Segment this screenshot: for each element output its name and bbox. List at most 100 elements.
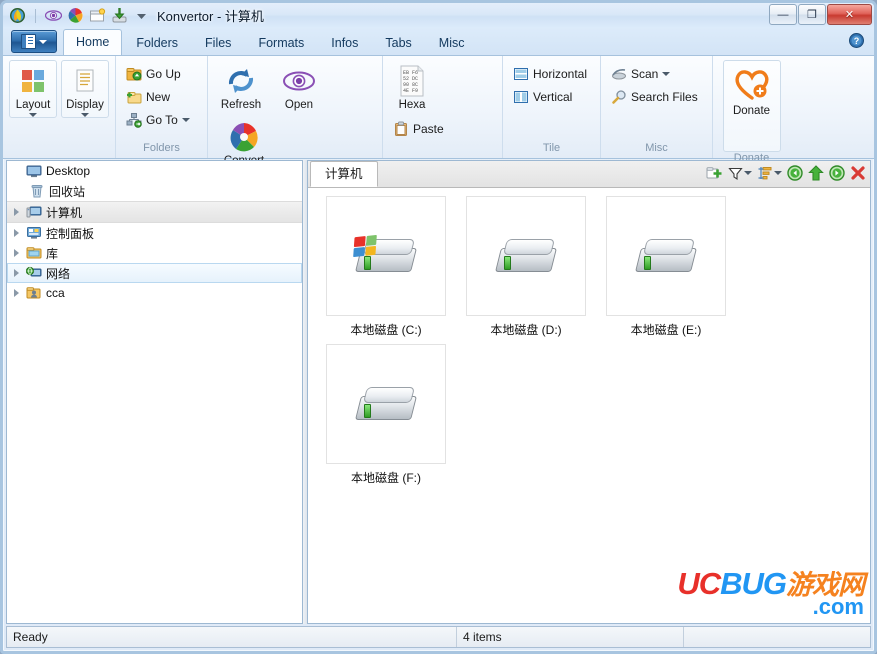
file-item[interactable]: 本地磁盘 (E:) [596, 196, 736, 338]
tab-formats[interactable]: Formats [245, 31, 317, 55]
tile-horizontal-label: Horizontal [533, 66, 588, 81]
application-window: Konvertor - 计算机 — ❐ ✕ Home Folders Files… [0, 0, 877, 654]
filter-icon[interactable] [728, 164, 752, 182]
paste-label: Paste [413, 121, 444, 136]
desktop-icon [26, 163, 42, 179]
forward-icon[interactable] [829, 164, 845, 182]
back-icon[interactable] [787, 164, 803, 182]
go-up-button[interactable]: Go Up [122, 63, 194, 84]
tree-item-recycle-bin[interactable]: 回收站 [7, 181, 302, 201]
up-icon[interactable] [808, 164, 824, 182]
hexa-label: Hexa [398, 99, 426, 111]
watermark-bug: BUG [720, 566, 787, 601]
tree-item-label: cca [46, 286, 65, 300]
file-thumbnail[interactable] [326, 344, 446, 464]
chevron-down-icon[interactable] [744, 171, 752, 175]
tile-horizontal-icon [513, 66, 529, 82]
tree-item-computer[interactable]: 计算机 [7, 201, 302, 223]
chevron-down-icon[interactable] [774, 171, 782, 175]
file-item[interactable]: 本地磁盘 (D:) [456, 196, 596, 338]
folder-tree-panel[interactable]: Desktop 回收站 计算机 控制面板 库 网络 cca [6, 160, 303, 624]
new-label: New [146, 89, 171, 104]
expander-icon[interactable] [11, 207, 22, 218]
hard-drive-system-icon [353, 234, 418, 278]
tree-item-desktop[interactable]: Desktop [7, 161, 302, 181]
tree-item-control-panel[interactable]: 控制面板 [7, 223, 302, 243]
layout-button[interactable]: Layout [9, 60, 57, 118]
tree-item-label: 回收站 [49, 184, 86, 199]
tab-tabs[interactable]: Tabs [372, 31, 424, 55]
tile-horizontal-button[interactable]: Horizontal [509, 63, 591, 84]
tree-item-network[interactable]: 网络 [7, 263, 302, 283]
app-logo-icon[interactable] [9, 7, 26, 24]
download-icon[interactable] [111, 7, 128, 24]
tab-infos[interactable]: Infos [318, 31, 371, 55]
hard-drive-icon [354, 382, 418, 426]
svg-text:?: ? [854, 36, 860, 46]
file-grid: 本地磁盘 (C:) 本地磁盘 (D:) 本地磁盘 (E:) 本地磁盘 (F:) [316, 196, 870, 492]
chevron-down-icon[interactable] [662, 71, 671, 76]
open-eye-icon [283, 65, 315, 97]
donate-label: Donate [732, 105, 771, 117]
sort-icon[interactable] [757, 164, 782, 182]
open-button[interactable]: Open [272, 60, 326, 112]
tree-item-cca[interactable]: cca [7, 283, 302, 303]
tree-item-label: 控制面板 [46, 226, 95, 241]
expander-icon[interactable] [11, 288, 22, 299]
paste-button[interactable]: Paste [389, 118, 448, 139]
tree-item-label: Desktop [46, 164, 91, 178]
group-label-misc: Misc [645, 142, 668, 154]
donate-button[interactable]: Donate [722, 60, 781, 152]
scan-button[interactable]: Scan [607, 63, 702, 84]
scanner-icon [611, 66, 627, 82]
tab-folders[interactable]: Folders [123, 31, 191, 55]
go-to-button[interactable]: Go To [122, 109, 194, 130]
title-bar: Konvertor - 计算机 — ❐ ✕ [3, 3, 874, 28]
status-bar: Ready 4 items [6, 626, 871, 648]
file-thumbnail[interactable] [326, 196, 446, 316]
maximize-button[interactable]: ❐ [798, 4, 826, 25]
new-button[interactable]: New [122, 86, 194, 107]
content-tab-strip: 计算机 [308, 161, 870, 188]
file-item[interactable]: 本地磁盘 (F:) [316, 344, 456, 486]
hexa-button[interactable]: EB F6 52 DC 90 8C 4E F9 Hexa [389, 60, 435, 112]
paste-icon [393, 121, 409, 137]
file-item[interactable]: 本地磁盘 (C:) [316, 196, 456, 338]
refresh-button[interactable]: Refresh [214, 60, 268, 112]
tree-item-libraries[interactable]: 库 [7, 243, 302, 263]
group-label-tile: Tile [542, 142, 561, 154]
close-button[interactable]: ✕ [827, 4, 872, 25]
tab-files[interactable]: Files [192, 31, 244, 55]
expander-icon[interactable] [11, 228, 22, 239]
window-controls: — ❐ ✕ [769, 4, 872, 25]
group-label-view [9, 154, 109, 158]
chevron-down-icon[interactable] [133, 7, 150, 24]
chevron-down-icon[interactable] [29, 113, 37, 117]
chevron-down-icon[interactable] [181, 117, 190, 122]
display-button[interactable]: Display [61, 60, 109, 118]
expander-icon[interactable] [11, 248, 22, 259]
file-list-view[interactable]: 本地磁盘 (C:) 本地磁盘 (D:) 本地磁盘 (E:) 本地磁盘 (F:) … [308, 188, 870, 623]
close-icon[interactable] [850, 164, 866, 182]
file-thumbnail[interactable] [466, 196, 586, 316]
ribbon-group-show: EB F6 52 DC 90 8C 4E F9 Hexa Paste [382, 56, 502, 196]
computer-icon [26, 204, 42, 220]
group-label-folders: Folders [143, 142, 180, 154]
application-menu-button[interactable] [11, 30, 57, 53]
eye-icon[interactable] [44, 7, 63, 24]
tile-vertical-button[interactable]: Vertical [509, 86, 591, 107]
search-files-button[interactable]: Search Files [607, 86, 702, 107]
content-tab-computer[interactable]: 计算机 [310, 161, 378, 187]
go-up-label: Go Up [146, 66, 181, 81]
help-icon[interactable]: ? [849, 33, 864, 48]
tab-home[interactable]: Home [63, 29, 123, 55]
chevron-down-icon[interactable] [81, 113, 89, 117]
ribbon-tab-strip: Home Folders Files Formats Infos Tabs Mi… [3, 28, 874, 55]
new-folder-icon[interactable] [89, 7, 106, 24]
file-thumbnail[interactable] [606, 196, 726, 316]
add-folder-icon[interactable] [706, 164, 723, 182]
convert-icon[interactable] [67, 7, 84, 24]
minimize-button[interactable]: — [769, 4, 797, 25]
tab-misc[interactable]: Misc [426, 31, 478, 55]
expander-icon[interactable] [11, 268, 22, 279]
